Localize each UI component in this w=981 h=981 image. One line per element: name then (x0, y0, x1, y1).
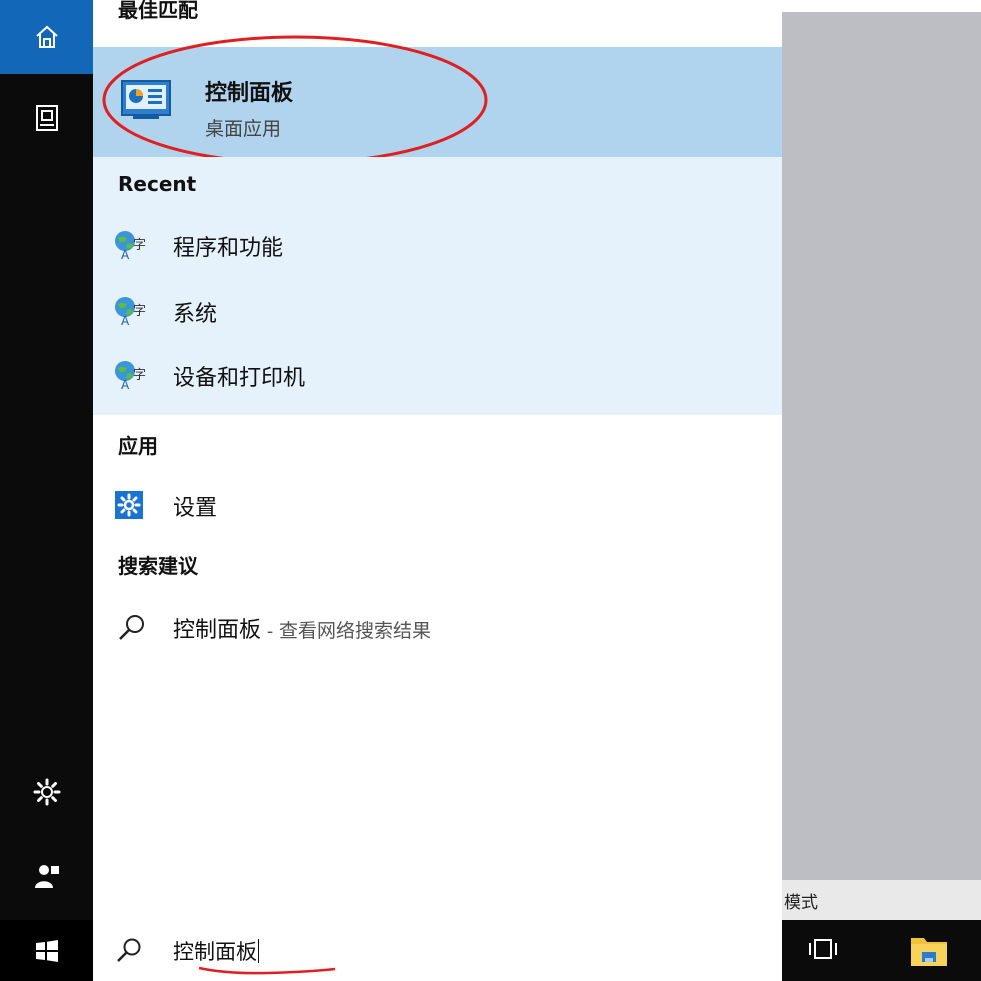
mode-hint-text: 模式 (784, 893, 818, 913)
recent-header: Recent (118, 172, 197, 196)
recent-item-devices-printers[interactable]: A 字 设备和打印机 (93, 345, 782, 405)
recent-item-label: 系统 (173, 302, 218, 327)
suggestion-separator: - (261, 621, 279, 642)
app-item-label: 设置 (173, 496, 218, 521)
recent-item-label: 程序和功能 (173, 236, 284, 261)
windows-logo-icon (35, 939, 58, 962)
start-menu-rail (0, 0, 93, 981)
documents-button[interactable] (0, 88, 93, 148)
best-match-header-label: 最佳匹配 (118, 0, 198, 22)
file-explorer-icon[interactable] (910, 932, 948, 968)
search-icon (119, 615, 144, 640)
gear-icon (33, 778, 60, 806)
suggestion-detail: 查看网络搜索结果 (278, 620, 431, 642)
user-icon (34, 865, 59, 888)
best-match-item[interactable]: 控制面板 桌面应用 (93, 47, 782, 157)
svg-text:A: A (121, 378, 130, 391)
svg-text:A: A (121, 248, 130, 261)
document-icon (35, 105, 58, 131)
svg-text:字: 字 (133, 368, 146, 383)
globe-text-icon: A 字 (115, 231, 146, 261)
task-view-icon[interactable] (808, 936, 838, 962)
home-icon (35, 25, 58, 48)
taskbar (782, 920, 981, 981)
start-button[interactable] (0, 920, 93, 981)
suggestion-label: 控制面板 - 查看网络搜索结果 (173, 612, 431, 644)
search-icon (117, 938, 141, 962)
desktop-top-strip (782, 0, 981, 12)
search-input[interactable]: 控制面板 (173, 936, 259, 966)
home-button[interactable] (0, 0, 93, 74)
app-item-settings[interactable]: 设置 (93, 475, 782, 535)
settings-button[interactable] (0, 762, 93, 822)
annotation-underline (198, 966, 336, 975)
mode-hint-bar: 模式 (782, 880, 981, 920)
search-box[interactable]: 控制面板 (93, 920, 782, 981)
recent-item-label: 设备和打印机 (173, 366, 306, 391)
search-results-panel: 最佳匹配 控制面板 桌面应用 Recent A 字 程序和功能 A 字 系统 A… (93, 0, 782, 920)
text-caret (258, 939, 259, 963)
control-panel-icon (121, 80, 171, 119)
search-input-value: 控制面板 (173, 940, 257, 964)
best-match-header: 最佳匹配 (93, 0, 782, 47)
desktop-background: 模式 (782, 0, 981, 920)
apps-header: 应用 (118, 434, 158, 458)
recent-section: Recent A 字 程序和功能 A 字 系统 A 字 设备和打印机 (93, 157, 782, 415)
best-match-title: 控制面板 (205, 81, 294, 106)
best-match-subtitle: 桌面应用 (205, 118, 282, 140)
globe-text-icon: A 字 (115, 297, 146, 327)
suggestion-query: 控制面板 (173, 618, 262, 643)
recent-item-programs-features[interactable]: A 字 程序和功能 (93, 215, 782, 275)
globe-text-icon: A 字 (115, 361, 146, 391)
svg-text:字: 字 (133, 304, 146, 319)
user-button[interactable] (0, 846, 93, 906)
settings-app-icon (115, 491, 143, 519)
search-suggestions-header: 搜索建议 (118, 554, 198, 578)
svg-text:A: A (121, 314, 130, 327)
recent-item-system[interactable]: A 字 系统 (93, 281, 782, 341)
svg-text:字: 字 (133, 238, 146, 253)
web-search-suggestion[interactable]: 控制面板 - 查看网络搜索结果 (93, 597, 782, 657)
